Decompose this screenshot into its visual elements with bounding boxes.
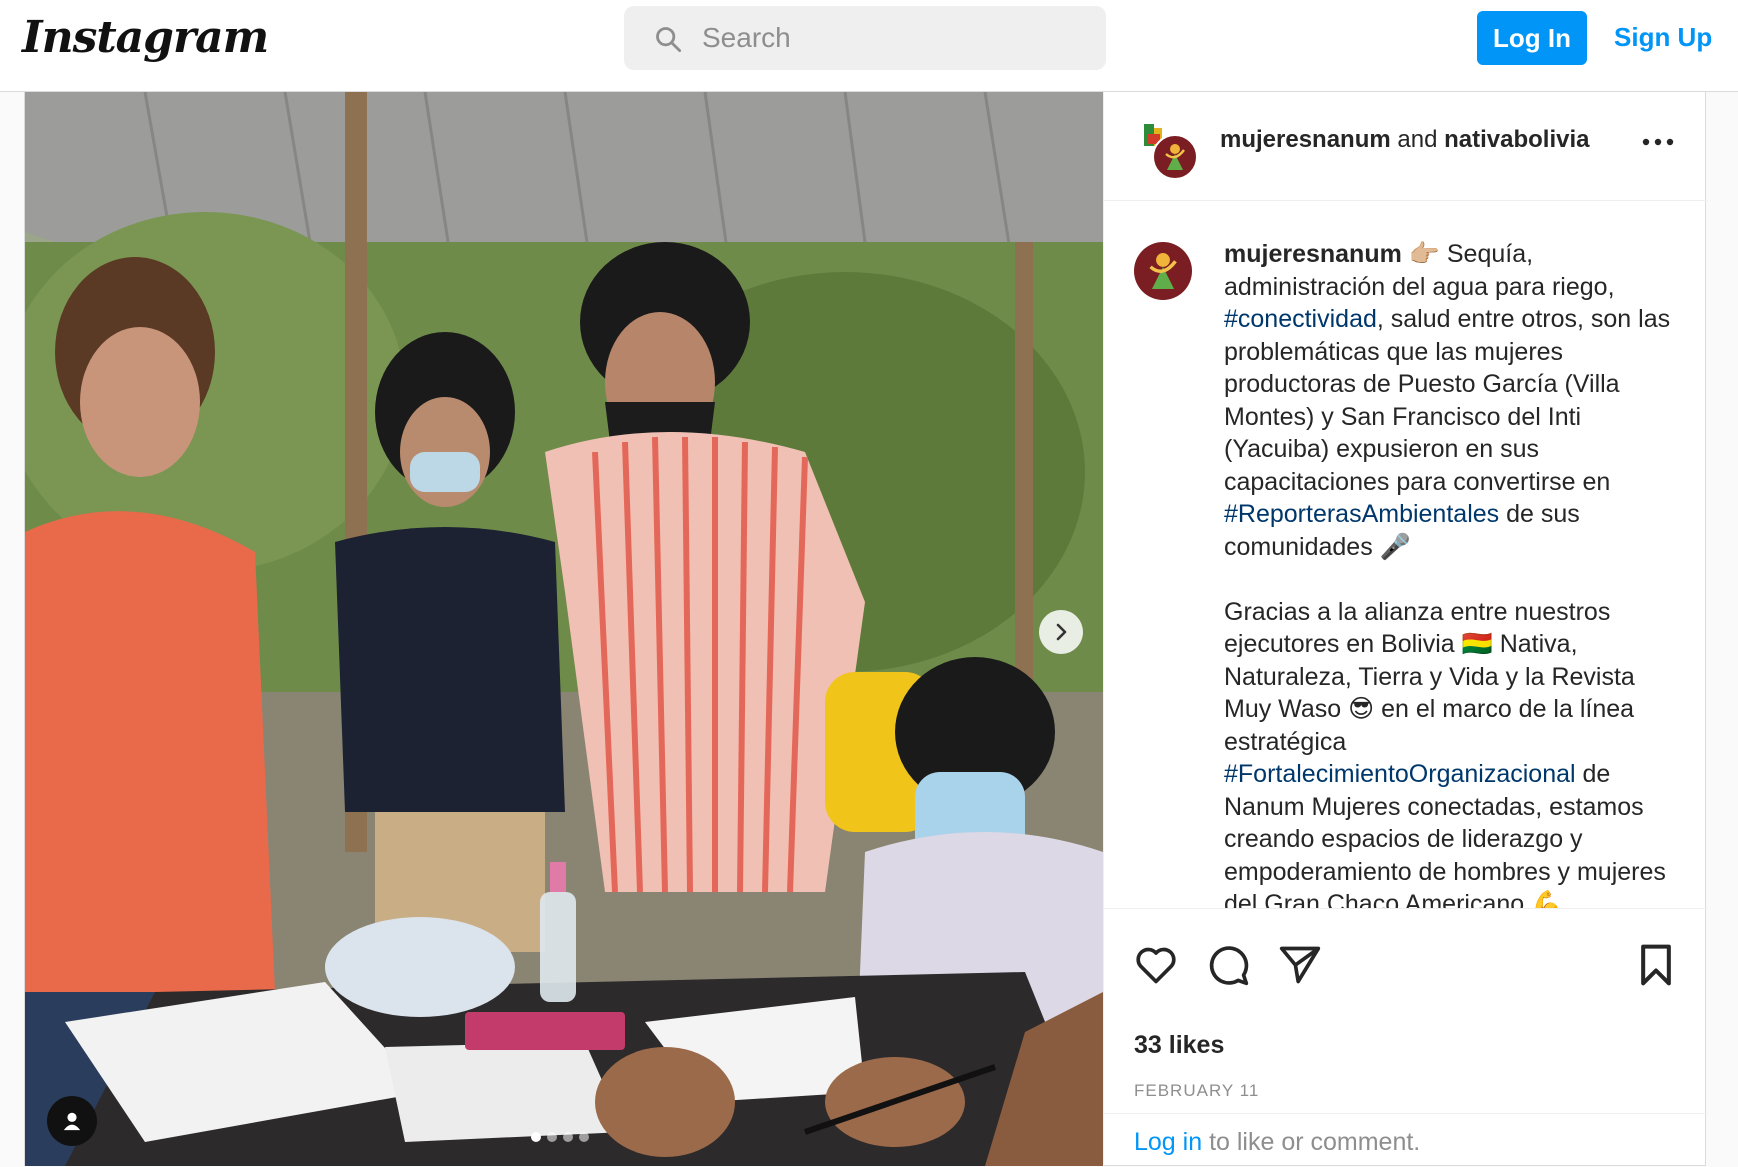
- login-prompt: Log in to like or comment.: [1134, 1128, 1420, 1157]
- hashtag-link[interactable]: #conectividad: [1224, 305, 1377, 333]
- instagram-logo[interactable]: Instagram: [22, 12, 269, 63]
- login-prompt-rest: to like or comment.: [1202, 1128, 1421, 1156]
- login-link[interactable]: Log in: [1134, 1128, 1202, 1156]
- carousel-dot: [563, 1132, 573, 1142]
- post-authors: mujeresnanum and nativabolivia: [1220, 126, 1590, 154]
- more-options-icon[interactable]: [1640, 132, 1676, 152]
- caption-part: Gracias a la alianza entre nuestros ejec…: [1224, 597, 1642, 756]
- heart-icon[interactable]: [1134, 943, 1178, 987]
- caption-avatar[interactable]: [1134, 242, 1192, 300]
- collaborator-link[interactable]: nativabolivia: [1444, 126, 1589, 153]
- chevron-right-icon: [1056, 623, 1067, 641]
- author-joiner: and: [1397, 126, 1438, 153]
- avatar-mujeresnanum[interactable]: [1152, 134, 1198, 180]
- post-header: mujeresnanum and nativabolivia: [1104, 92, 1708, 201]
- carousel-dot-active: [531, 1132, 541, 1142]
- search-input[interactable]: [702, 18, 1082, 58]
- user-tag-icon: [63, 1112, 81, 1131]
- share-icon[interactable]: [1278, 943, 1322, 987]
- author-link[interactable]: mujeresnanum: [1220, 126, 1391, 153]
- carousel-dot: [547, 1132, 557, 1142]
- nanum-logo-icon: [1165, 144, 1185, 170]
- caption-text: mujeresnanum 👉🏼 Sequía, administración d…: [1224, 238, 1678, 908]
- hashtag-link[interactable]: #FortalecimientoOrganizacional: [1224, 760, 1576, 788]
- next-slide-button[interactable]: [1039, 610, 1083, 654]
- like-count[interactable]: 33 likes: [1134, 1031, 1224, 1060]
- nanum-logo-icon: [1149, 253, 1177, 289]
- collab-avatars[interactable]: [1134, 116, 1198, 180]
- carousel-indicator: [531, 1132, 589, 1142]
- bookmark-icon[interactable]: [1634, 943, 1678, 987]
- login-button[interactable]: Log In: [1477, 11, 1587, 65]
- carousel-dot: [579, 1132, 589, 1142]
- caption-username[interactable]: mujeresnanum: [1224, 240, 1402, 268]
- caption-part: , salud entre otros, son las problemátic…: [1224, 305, 1678, 496]
- hashtag-link[interactable]: #ReporterasAmbientales: [1224, 500, 1499, 528]
- post-photo[interactable]: [25, 92, 1103, 1166]
- comment-bar: Log in to like or comment.: [1104, 1113, 1708, 1167]
- search-icon: [656, 27, 682, 53]
- post-sidebar: mujeresnanum and nativabolivia mujeresna…: [1103, 92, 1708, 1166]
- comment-icon[interactable]: [1206, 943, 1250, 987]
- top-nav: Instagram Log In Sign Up: [0, 0, 1738, 92]
- post-caption: mujeresnanum 👉🏼 Sequía, administración d…: [1104, 202, 1708, 908]
- user-tags-button[interactable]: [47, 1096, 97, 1146]
- post-card: mujeresnanum and nativabolivia mujeresna…: [24, 92, 1708, 1166]
- signup-link[interactable]: Sign Up: [1614, 22, 1712, 53]
- search-box[interactable]: [624, 6, 1106, 70]
- post-actions: 33 likes FEBRUARY 11 Log in to like or c…: [1104, 908, 1708, 1166]
- post-image: [25, 92, 1103, 1166]
- post-date[interactable]: FEBRUARY 11: [1134, 1081, 1259, 1101]
